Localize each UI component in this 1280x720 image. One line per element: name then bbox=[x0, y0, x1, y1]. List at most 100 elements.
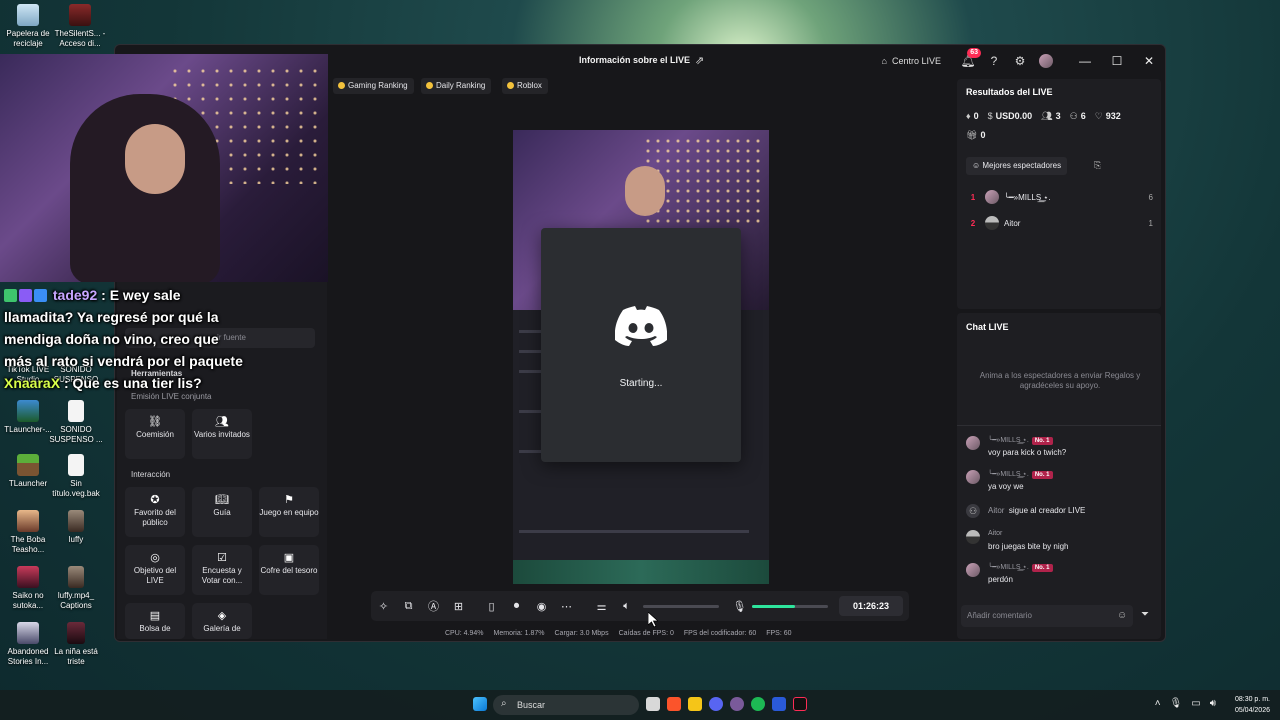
guia-button[interactable]: 📖︎ Guía bbox=[192, 487, 252, 537]
home-icon: ⌂ bbox=[881, 56, 887, 66]
microphone-icon[interactable]: 🎙︎ bbox=[1170, 698, 1183, 709]
desktop-icon-sonido-suspenso-file[interactable]: SONIDO SUSPENSO ... bbox=[48, 400, 104, 445]
taskbar-search[interactable]: ⌕ Buscar bbox=[493, 695, 639, 715]
desktop-icon-thesilents[interactable]: TheSilentS... - Acceso di... bbox=[50, 4, 110, 49]
book-icon: 📖︎ bbox=[215, 494, 229, 506]
help-icon: ? bbox=[990, 54, 998, 68]
copy-icon[interactable]: ⎘ bbox=[1094, 160, 1101, 171]
live-timer: 01:26:23 bbox=[839, 596, 903, 616]
settings-button[interactable]: ⚙ bbox=[1007, 48, 1033, 74]
share-icon[interactable]: ⇗ bbox=[695, 54, 704, 67]
desktop-icon-recycle-bin[interactable]: Papelera de reciclaje bbox=[0, 4, 56, 49]
speaker-volume-slider[interactable] bbox=[643, 604, 719, 608]
objetivo-live-button[interactable]: ◎ Objetivo del LIVE bbox=[125, 545, 185, 595]
avatar bbox=[966, 470, 980, 484]
top-viewer-row[interactable]: 1 ╰━»MILLS͟͟͟ ⋆. 6 bbox=[966, 188, 1153, 206]
more-button[interactable]: ⋯ bbox=[554, 591, 579, 621]
interaccion-heading: Interacción bbox=[131, 470, 171, 479]
task-view-icon[interactable] bbox=[646, 697, 660, 711]
obs-icon[interactable] bbox=[730, 697, 744, 711]
comment-input[interactable]: Añadir comentario bbox=[961, 605, 1133, 627]
grass-block-icon bbox=[17, 454, 39, 476]
notification-count-badge: 63 bbox=[967, 48, 981, 58]
portrait-button[interactable]: ▯ bbox=[479, 591, 504, 621]
target-icon: ◎ bbox=[150, 552, 160, 564]
followers-metric: ⚇ 6 bbox=[1069, 111, 1086, 121]
clock[interactable]: 08:30 p. m. 05/04/2026 bbox=[1235, 694, 1270, 716]
speaker-button[interactable]: 🔈︎ bbox=[614, 591, 639, 621]
overlay-chat: tade92 : E wey sale llamadita? Ya regres… bbox=[4, 284, 244, 394]
top-viewer-row[interactable]: 2 Aitor 1 bbox=[966, 214, 1153, 232]
daily-ranking-pill[interactable]: Daily Ranking bbox=[421, 78, 492, 94]
roblox-pill[interactable]: Roblox bbox=[502, 78, 548, 94]
results-title: Resultados del LIVE bbox=[966, 87, 1053, 97]
game-icon bbox=[17, 510, 39, 532]
game-icon bbox=[17, 566, 39, 588]
rank-badge: No. 1 bbox=[1031, 471, 1053, 479]
mejores-espectadores-button[interactable]: ☺ Mejores espectadores bbox=[966, 157, 1068, 175]
viewers-metric: 👥︎ 3 bbox=[1041, 111, 1061, 121]
profile-button[interactable] bbox=[1033, 48, 1059, 74]
desktop-icon-la-nina[interactable]: La niña está triste bbox=[48, 622, 104, 667]
galeria-button[interactable]: ◈ Galería de bbox=[192, 603, 252, 639]
video-file-icon bbox=[68, 566, 84, 588]
coemision-button[interactable]: ⛓ Coemisión bbox=[125, 409, 185, 459]
brave-icon[interactable] bbox=[667, 697, 681, 711]
varios-invitados-button[interactable]: 👥︎ Varios invitados bbox=[192, 409, 252, 459]
desktop-icon-sin-titulo[interactable]: Sin título.veg.bak bbox=[48, 454, 104, 499]
juego-equipo-button[interactable]: ⚑ Juego en equipo bbox=[259, 487, 319, 537]
search-icon: ⌕ bbox=[501, 698, 507, 709]
windows-start-icon[interactable] bbox=[473, 697, 487, 711]
sliders-icon: ⚌ bbox=[596, 600, 607, 613]
fps-stat: FPS: 60 bbox=[766, 630, 792, 637]
ai-button[interactable]: Ⓐ bbox=[421, 591, 446, 621]
desktop-icon-luffy[interactable]: luffy bbox=[48, 510, 104, 545]
mic-volume-slider[interactable] bbox=[752, 604, 828, 608]
mic-button[interactable]: 🎙︎ bbox=[727, 591, 752, 621]
tiktok-icon[interactable] bbox=[793, 697, 807, 711]
network-icon[interactable]: ▭ bbox=[1191, 698, 1200, 709]
rank-badge: No. 1 bbox=[1031, 437, 1053, 445]
file-explorer-icon[interactable] bbox=[688, 697, 702, 711]
maximize-button[interactable]: ☐ bbox=[1101, 45, 1133, 77]
screenshot-button[interactable]: ◉ bbox=[529, 591, 554, 621]
help-button[interactable]: ? bbox=[981, 48, 1007, 74]
system-tray: ˄ 🎙︎ ▭ 🔊︎ bbox=[1155, 698, 1216, 709]
control-bar: ✧ ⧉ Ⓐ ⊞ ▯ ⏺ ◉ ⋯ ⚌ 🔈︎ 🎙︎ 01:26:23 bbox=[371, 591, 909, 621]
effects-button[interactable]: ✧ bbox=[371, 591, 396, 621]
record-button[interactable]: ⏺ bbox=[504, 591, 529, 621]
close-button[interactable]: ✕ bbox=[1133, 45, 1165, 77]
spotify-icon[interactable] bbox=[751, 697, 765, 711]
chat-hint: Anima a los espectadores a enviar Regalo… bbox=[979, 371, 1141, 390]
centro-live-button[interactable]: ⌂ Centro LIVE bbox=[882, 56, 941, 66]
close-icon: ✕ bbox=[1143, 54, 1155, 68]
badge-icon bbox=[19, 289, 32, 302]
chevron-up-icon[interactable]: ˄ bbox=[1155, 698, 1161, 709]
bolsa-button[interactable]: ▤ Bolsa de bbox=[125, 603, 185, 639]
vegas-icon[interactable] bbox=[772, 697, 786, 711]
avatar bbox=[966, 530, 980, 544]
discord-icon bbox=[615, 306, 667, 346]
filter-icon[interactable]: ⏷ bbox=[1141, 609, 1149, 620]
layout-button[interactable]: ⧉ bbox=[396, 591, 421, 621]
badge-icon bbox=[4, 289, 17, 302]
speaker-icon: 🔈︎ bbox=[623, 599, 630, 612]
notifications-button[interactable]: 🔔︎ 63 bbox=[955, 48, 981, 74]
discord-icon[interactable] bbox=[709, 697, 723, 711]
desktop-icon-luffy-captions[interactable]: luffy.mp4_ Captions bbox=[48, 566, 104, 611]
volume-icon[interactable]: 🔊︎ bbox=[1210, 698, 1216, 709]
rank-badge: No. 1 bbox=[1031, 564, 1053, 572]
emoji-icon[interactable]: ☺ bbox=[1117, 610, 1127, 621]
gaming-ranking-pill[interactable]: Gaming Ranking bbox=[333, 78, 414, 94]
gifts-metric: 🎁︎ 0 bbox=[966, 130, 986, 140]
gear-icon: ⚙ bbox=[1014, 54, 1026, 68]
minimize-button[interactable]: — bbox=[1069, 45, 1101, 77]
flame-icon bbox=[426, 82, 433, 89]
diamonds-metric: ♦ 0 bbox=[966, 111, 979, 121]
favorito-publico-button[interactable]: ✪ Favorito del público bbox=[125, 487, 185, 537]
cofre-tesoro-button[interactable]: ▣ Cofre del tesoro bbox=[259, 545, 319, 595]
add-scene-button[interactable]: ⊞ bbox=[446, 591, 471, 621]
encuesta-button[interactable]: ☑ Encuesta y Votar con... bbox=[192, 545, 252, 595]
mixer-button[interactable]: ⚌ bbox=[589, 591, 614, 621]
chest-icon: ▣ bbox=[283, 552, 295, 564]
